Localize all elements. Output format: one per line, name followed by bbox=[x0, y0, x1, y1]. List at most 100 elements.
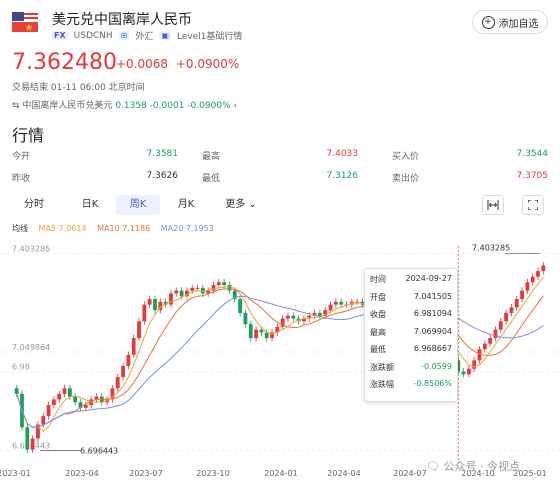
min-value-label: 6.696443 bbox=[80, 447, 118, 456]
candle-body bbox=[73, 396, 78, 403]
stats-row: 昨收 7.3626 最低 7.3126 卖出价 7.3705 bbox=[12, 171, 548, 193]
candle-body bbox=[142, 304, 147, 322]
candle-body bbox=[195, 287, 200, 289]
related-change-percent: -0.0900% bbox=[187, 101, 231, 111]
trading-status: 交易结束 01-11 06:00 北京时间 bbox=[12, 83, 145, 93]
fullscreen-icon bbox=[528, 200, 538, 210]
candle-body bbox=[493, 329, 498, 339]
tooltip-key: 最低 bbox=[370, 345, 386, 354]
candle-body bbox=[509, 307, 514, 313]
candle-tooltip: 时间 2024-09-27 开盘 7.041505 收盘 6.981094 最高 7.0699… bbox=[364, 268, 458, 402]
tooltip-row: 收盘 6.981094 bbox=[370, 309, 452, 323]
tooltip-key: 最高 bbox=[370, 327, 386, 337]
change-value: +0.0068 bbox=[116, 57, 169, 71]
tooltip-value: 6.981094 bbox=[413, 309, 452, 318]
candle-body bbox=[83, 405, 88, 408]
tab-more[interactable]: 更多 ⌄ bbox=[216, 195, 266, 215]
tab-weekly-k[interactable]: 周K bbox=[116, 195, 160, 215]
tooltip-key: 涨跌额 bbox=[370, 362, 394, 372]
x-tick-label: 2023-04 bbox=[65, 469, 98, 478]
price-change: +0.0068 +0.0900% bbox=[116, 57, 239, 71]
tooltip-key: 时间 bbox=[370, 275, 386, 284]
candle-body bbox=[520, 290, 524, 299]
stat-label-high: 最高 bbox=[202, 152, 221, 162]
tab-intraday[interactable]: 分时 bbox=[12, 195, 56, 215]
level-label: Level1基础行情 bbox=[176, 32, 243, 42]
tooltip-value: 7.041505 bbox=[413, 291, 452, 301]
related-label: 中国离岸人民币兑美元 bbox=[22, 101, 113, 111]
candle-body bbox=[147, 299, 152, 305]
stat-value-prev-close: 7.3626 bbox=[146, 171, 179, 181]
tooltip-key: 开盘 bbox=[370, 292, 386, 302]
candle-body bbox=[57, 393, 62, 400]
market-icon: ⊞ bbox=[118, 31, 130, 40]
tooltip-row: 涨跌额 -0.0599 bbox=[370, 362, 452, 376]
tab-more-label: 更多 bbox=[225, 199, 246, 210]
candle-body bbox=[525, 282, 530, 291]
candle-body bbox=[286, 315, 290, 319]
ma10-label: MA10 7.1186 bbox=[97, 224, 151, 233]
candle-body bbox=[62, 388, 67, 394]
candle-body bbox=[25, 427, 30, 450]
level-icon: ▣ bbox=[159, 31, 171, 40]
candle-body bbox=[238, 299, 242, 313]
x-tick-label: 2024-01 bbox=[264, 469, 297, 478]
stat-label-prev-close: 昨收 bbox=[12, 174, 31, 184]
change-percent: +0.0900% bbox=[175, 57, 240, 71]
x-tick-label: 2024-07 bbox=[393, 469, 426, 478]
candle-body bbox=[131, 338, 136, 355]
tooltip-value: -0.0599 bbox=[421, 361, 452, 371]
candle-body bbox=[541, 265, 546, 272]
ma-legend-title: 均线 bbox=[12, 224, 28, 233]
ma-legend: 均线 MA5 7.0614 MA10 7.1186 MA20 7.1953 bbox=[12, 223, 222, 234]
header: 美元兑中国离岸人民币 FX USDCNH ⊞ 外汇 ▣ Level1基础行情 +… bbox=[12, 8, 548, 44]
tab-daily-k[interactable]: 日K bbox=[68, 195, 112, 215]
candle-body bbox=[536, 271, 540, 277]
candle-body bbox=[46, 405, 51, 417]
tooltip-key: 收盘 bbox=[370, 310, 386, 319]
related-quote-link[interactable]: ⇆ 中国离岸人民币兑美元 0.1358 -0.0001 -0.0900% › bbox=[12, 98, 237, 111]
stat-label-bid: 买入价 bbox=[392, 152, 420, 162]
tooltip-key: 涨跌幅 bbox=[370, 380, 394, 389]
stats-grid: 今开 7.3581 最高 7.4033 买入价 7.3544 昨收 7.3626… bbox=[12, 149, 548, 193]
tooltip-row: 最高 7.069904 bbox=[370, 327, 452, 341]
ma20-label: MA20 7.1953 bbox=[160, 224, 214, 233]
us-cn-flag-icon bbox=[12, 12, 38, 32]
candle-body bbox=[179, 290, 184, 297]
section-title-quotes: 行情 bbox=[12, 126, 45, 145]
tab-monthly-k[interactable]: 月K bbox=[164, 195, 208, 215]
symbol-info: FX USDCNH ⊞ 外汇 ▣ Level1基础行情 bbox=[52, 29, 242, 42]
candle-body bbox=[339, 301, 344, 305]
candle-body bbox=[190, 287, 195, 291]
related-price: 0.1358 bbox=[115, 101, 147, 111]
stat-value-low: 7.3126 bbox=[326, 171, 359, 181]
fullscreen-button[interactable] bbox=[522, 195, 544, 215]
tooltip-row: 时间 2024-09-27 bbox=[370, 274, 452, 288]
tooltip-value: 2024-09-27 bbox=[405, 274, 453, 283]
fx-badge: FX bbox=[52, 31, 68, 40]
candle-body bbox=[174, 290, 179, 294]
candle-body bbox=[259, 329, 264, 333]
market-label: 外汇 bbox=[135, 32, 154, 42]
candle-body bbox=[243, 312, 248, 325]
add-watchlist-button[interactable]: + 添加自选 bbox=[472, 10, 548, 34]
candle-body bbox=[30, 438, 35, 450]
swap-icon: ⇆ bbox=[12, 101, 20, 111]
candle-body bbox=[461, 371, 466, 375]
chart-period-tabs: 分时 日K 周K 月K 更多 ⌄ bbox=[12, 195, 548, 217]
tooltip-value: -0.8506% bbox=[413, 379, 452, 388]
candle-body bbox=[530, 276, 535, 283]
last-price: 7.362480 bbox=[12, 50, 117, 75]
candle-body bbox=[216, 282, 221, 286]
compare-button[interactable] bbox=[482, 195, 504, 215]
symbol-code: USDCNH bbox=[73, 30, 113, 41]
candle-body bbox=[466, 368, 471, 375]
candlestick-chart[interactable]: 7.4032857.0498646.986.6964437.4032856.69… bbox=[0, 236, 560, 488]
candle-body bbox=[504, 312, 508, 322]
stat-label-open: 今开 bbox=[12, 152, 31, 162]
candle-body bbox=[126, 354, 131, 366]
plus-icon: + bbox=[481, 15, 495, 29]
candle-body bbox=[137, 321, 141, 339]
tooltip-row: 开盘 7.041505 bbox=[370, 292, 452, 306]
tooltip-row: 最低 6.968667 bbox=[370, 344, 452, 358]
